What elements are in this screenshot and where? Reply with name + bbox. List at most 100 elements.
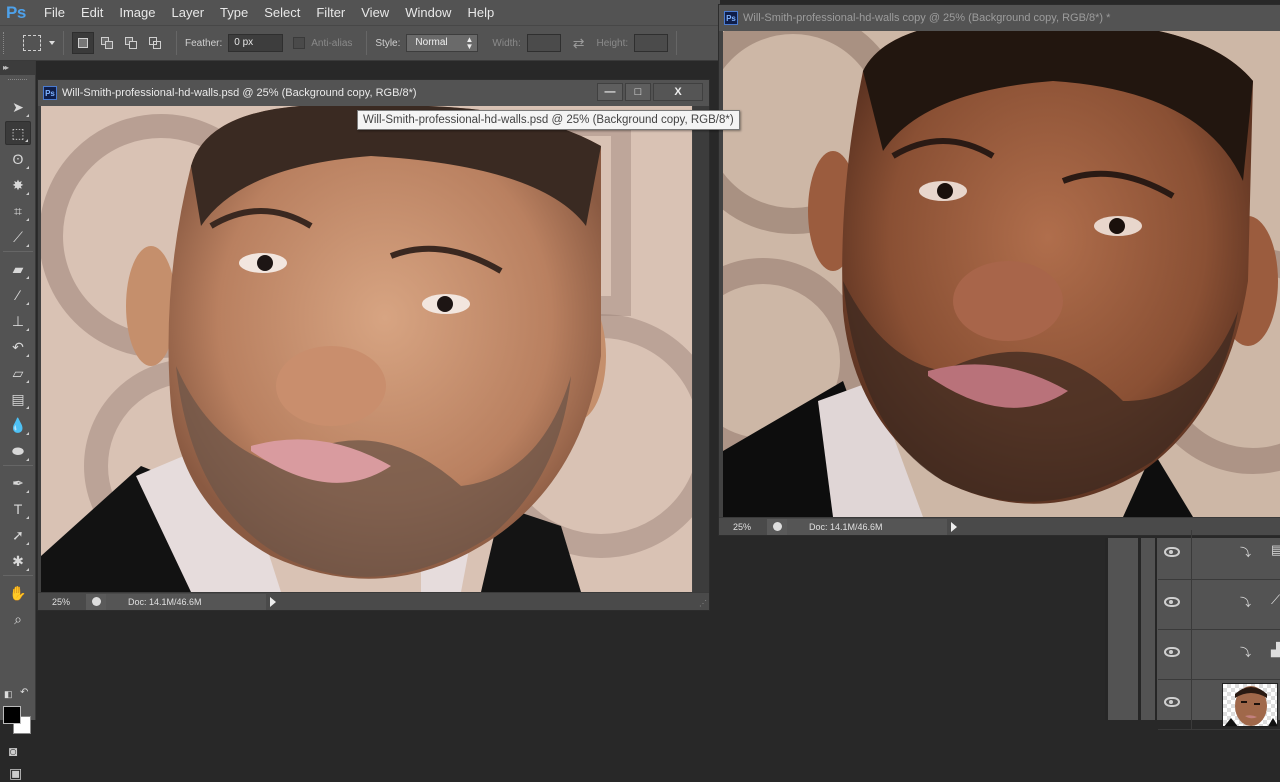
gradient-map-icon[interactable]: ▤ [1271,542,1280,557]
visibility-eye-icon[interactable] [1164,697,1180,707]
healing-brush-tool[interactable]: ▰ [5,257,31,281]
menu-view[interactable]: View [361,5,389,20]
panel-divider [1105,538,1108,720]
rectangular-marquee-icon[interactable] [23,35,41,51]
style-select[interactable]: Normal ▲ ▼ [406,34,479,52]
swap-dimensions-icon[interactable]: ⇄ [573,35,585,52]
document-canvas-2[interactable] [723,31,1280,517]
tool-preset-dropdown[interactable] [49,41,55,45]
path-selection-tool[interactable]: ➚ [5,523,31,547]
lasso-tool[interactable]: ʘ [5,147,31,171]
height-input[interactable] [634,34,669,52]
document-title-bar-2[interactable]: Ps Will-Smith-professional-hd-walls copy… [719,5,1280,31]
feather-input[interactable]: 0 px [228,34,284,52]
menu-file[interactable]: File [44,5,65,20]
quick-mask-icon[interactable]: ◙ [9,743,17,759]
gradient-tool[interactable]: ▤ [5,387,31,411]
tool-flyout-indicator [26,432,29,435]
menu-image[interactable]: Image [119,5,155,20]
tool-flyout-indicator [26,166,29,169]
magic-wand-tool[interactable]: ✸ [5,173,31,197]
visibility-eye-icon[interactable] [1164,597,1180,607]
zoom-tool[interactable]: ⌕ [5,607,31,631]
layer-column-divider [1191,580,1192,629]
layer-row[interactable] [1158,680,1280,730]
hand-tool[interactable]: ✋ [5,581,31,605]
minimize-button[interactable]: — [597,83,623,101]
visibility-eye-icon[interactable] [1164,547,1180,557]
layer-row[interactable]: ⤵ ▟ [1158,630,1280,680]
eraser-tool[interactable]: ▱ [5,361,31,385]
menu-layer[interactable]: Layer [172,5,205,20]
tool-flyout-indicator [26,192,29,195]
menu-window[interactable]: Window [405,5,451,20]
status-icon-2[interactable] [767,518,787,535]
portrait-thumbnail[interactable] [1222,683,1278,727]
status-menu-arrow-icon[interactable] [951,521,957,532]
tool-flyout-indicator [26,276,29,279]
crop-tool[interactable]: ⌗ [5,199,31,223]
add-to-selection-button[interactable] [96,32,118,54]
custom-shape-tool[interactable]: ✱ [5,549,31,573]
close-button[interactable]: X [653,83,703,101]
status-menu-arrow-icon[interactable] [270,596,276,607]
crop-icon: ⌗ [14,202,22,219]
ps-document-icon: Ps [724,11,738,25]
layer-row[interactable]: ⤵ ⟋ [1158,580,1280,630]
zoom-level-2[interactable]: 25% [719,522,767,532]
height-label: Height: [596,37,629,49]
history-brush-tool[interactable]: ↶ [5,335,31,359]
menu-type[interactable]: Type [220,5,248,20]
clone-stamp-tool[interactable]: ⊥ [5,309,31,333]
resize-grip-icon[interactable]: ⋰ [699,599,707,608]
document-canvas-1[interactable] [41,106,692,592]
vertical-scrollbar-1[interactable] [693,106,709,592]
type-tool[interactable]: T [5,497,31,521]
foreground-color-swatch[interactable] [3,706,21,724]
width-label: Width: [492,37,521,49]
zoom-level-1[interactable]: 25% [38,597,86,607]
dodge-tool[interactable]: ⬬ [5,439,31,463]
portrait-photo-copy [723,31,1280,517]
default-colors-icon[interactable]: ◧ [4,689,13,700]
feather-label: Feather: [185,37,223,49]
ps-document-icon: Ps [43,86,57,100]
levels-icon[interactable]: ▟ [1271,642,1280,657]
tool-flyout-indicator [26,354,29,357]
blur-tool[interactable]: 💧 [5,413,31,437]
menu-edit[interactable]: Edit [81,5,103,20]
move-tool[interactable]: ➤ [5,95,31,119]
menu-filter[interactable]: Filter [316,5,345,20]
rectangular-marquee-tool[interactable]: ⬚ [5,121,31,145]
curves-icon[interactable]: ⟋ [1271,592,1280,607]
tool-flyout-indicator [25,139,28,142]
panel-divider [1138,538,1141,720]
new-selection-button[interactable] [72,32,94,54]
maximize-button[interactable]: □ [625,83,651,101]
divider [176,31,177,55]
move-icon: ➤ [12,98,24,115]
screen-mode-icon[interactable]: ▣ [9,765,22,782]
tools-panel-collapse-button[interactable]: ▸▸ [0,61,35,75]
tools-panel-grip[interactable] [8,79,27,87]
status-icon-1[interactable] [86,593,106,610]
swap-colors-icon[interactable]: ↶ [20,687,28,698]
divider [366,31,368,55]
anti-alias-checkbox[interactable] [293,37,306,49]
pen-tool[interactable]: ✒ [5,471,31,495]
width-input[interactable] [526,34,561,52]
layer-row[interactable]: ⤵ ▤ [1158,530,1280,580]
document-title-bar-1[interactable]: Ps Will-Smith-professional-hd-walls.psd … [38,80,709,106]
menu-select[interactable]: Select [264,5,300,20]
intersect-with-selection-button[interactable] [144,32,166,54]
tool-flyout-indicator [26,458,29,461]
visibility-eye-icon[interactable] [1164,647,1180,657]
brush-tool[interactable]: ∕ [5,283,31,307]
subtract-from-selection-button[interactable] [120,32,142,54]
eyedropper-tool[interactable]: ⟋ [5,225,31,249]
menu-bar: Ps File Edit Image Layer Type Select Fil… [0,0,720,25]
lasso-icon: ʘ [12,151,24,167]
style-select-value: Normal [415,37,448,48]
menu-help[interactable]: Help [467,5,494,20]
options-bar-grip[interactable] [3,32,7,54]
